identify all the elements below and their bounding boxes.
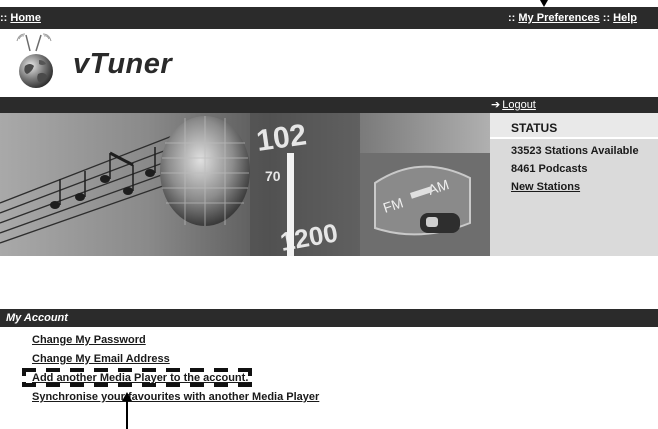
callout-highlight-left-edge bbox=[22, 368, 26, 387]
logout-container: ➔ Logout bbox=[491, 98, 536, 111]
home-link[interactable]: Home bbox=[10, 12, 41, 24]
banner-image: 102 70 1200 FM AM bbox=[0, 113, 490, 256]
arrow-right-icon: ➔ bbox=[491, 99, 501, 111]
svg-text:102: 102 bbox=[254, 118, 308, 158]
radio-music-collage-image: 102 70 1200 FM AM bbox=[0, 113, 490, 256]
status-panel: STATUS 33523 Stations Available 8461 Pod… bbox=[490, 113, 658, 256]
nav-left: :: Home bbox=[0, 12, 41, 24]
synchronise-favourites-link[interactable]: Synchronise your favourites with another… bbox=[32, 391, 319, 410]
my-account-title: My Account bbox=[6, 312, 68, 324]
podcasts-count: 8461 Podcasts bbox=[511, 163, 588, 175]
my-account-header: My Account bbox=[0, 309, 658, 327]
my-preferences-link[interactable]: My Preferences bbox=[518, 12, 599, 24]
callout-highlight-box bbox=[22, 368, 252, 387]
svg-text:70: 70 bbox=[265, 168, 281, 184]
status-title-bar: STATUS bbox=[490, 113, 658, 139]
callout-arrow-shaft bbox=[126, 398, 128, 429]
top-navigation-bar: :: Home :: My Preferences :: Help bbox=[0, 7, 658, 29]
stations-available-count: 33523 Stations Available bbox=[511, 145, 639, 157]
logout-link[interactable]: Logout bbox=[502, 99, 536, 111]
callout-arrow-down-icon bbox=[540, 0, 548, 7]
header-logo-area: vTuner bbox=[0, 29, 658, 97]
nav-separator: :: bbox=[599, 12, 614, 24]
globe-icon bbox=[19, 54, 53, 88]
new-stations-link[interactable]: New Stations bbox=[511, 181, 580, 193]
nav-separator: :: bbox=[508, 12, 519, 24]
status-title: STATUS bbox=[511, 121, 558, 135]
change-password-link[interactable]: Change My Password bbox=[32, 334, 319, 353]
callout-highlight-right-edge bbox=[248, 368, 252, 387]
nav-right: :: My Preferences :: Help bbox=[508, 12, 637, 24]
nav-separator: :: bbox=[0, 12, 11, 24]
help-link[interactable]: Help bbox=[613, 12, 637, 24]
logout-bar: ➔ Logout bbox=[0, 97, 658, 113]
vtuner-logo-text: vTuner bbox=[73, 48, 173, 80]
